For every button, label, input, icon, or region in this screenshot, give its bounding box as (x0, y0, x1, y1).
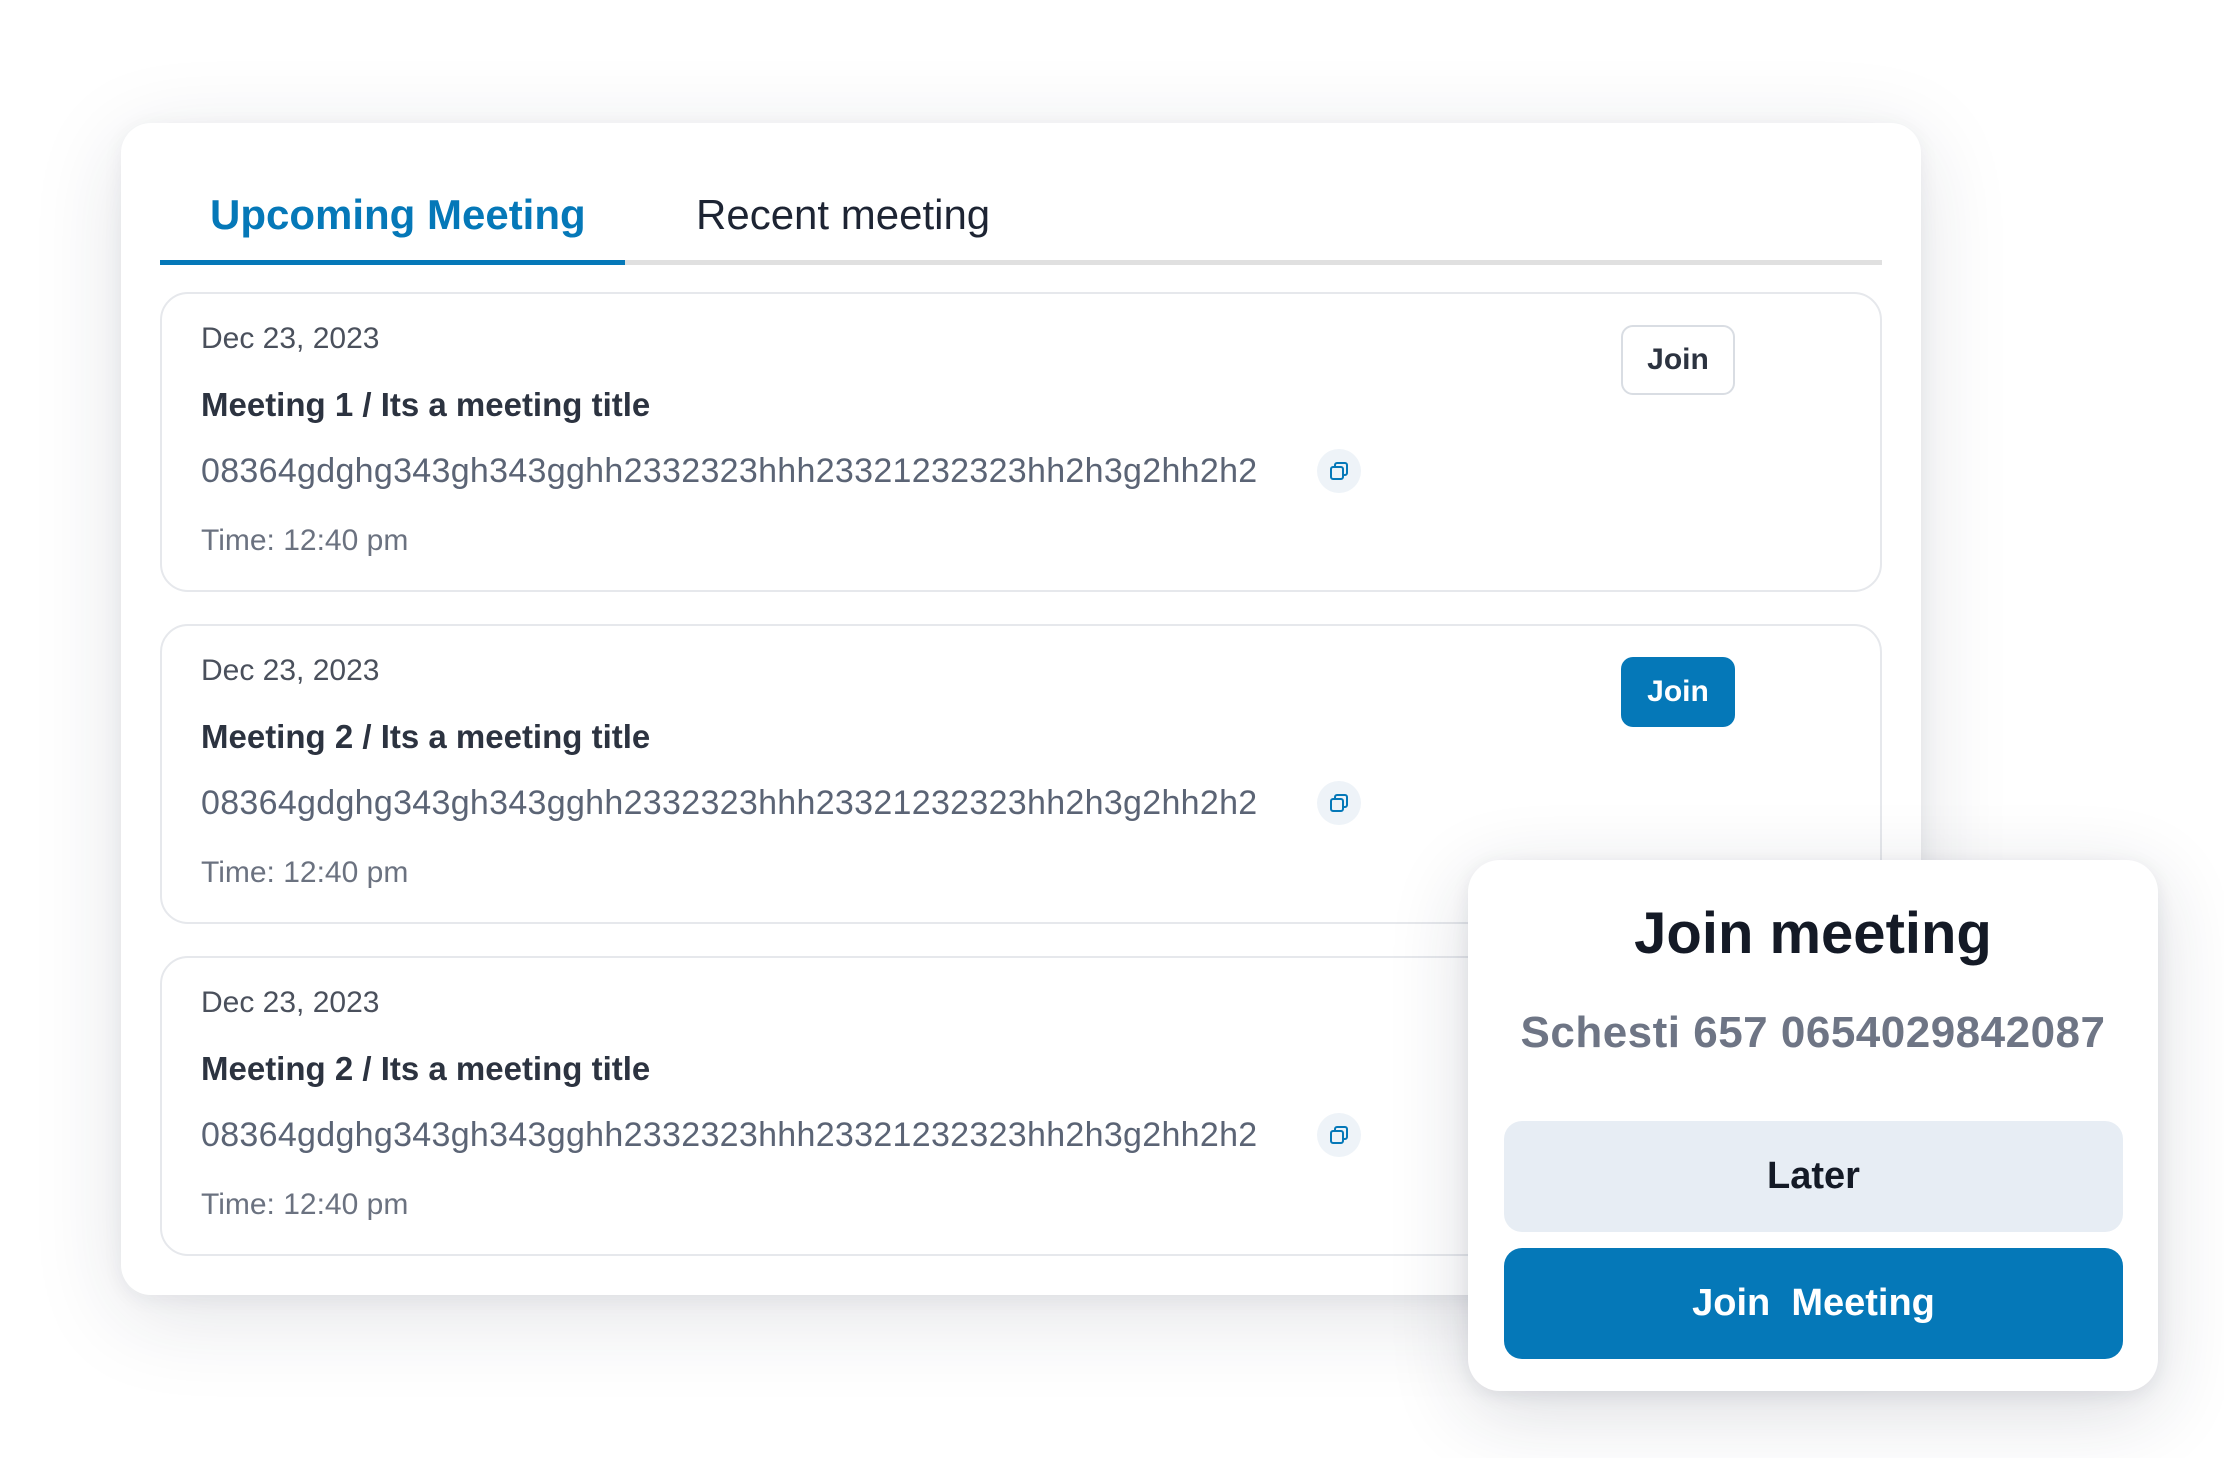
meeting-title: Meeting 1 / Its a meeting title (201, 386, 651, 423)
meeting-card: Dec 23, 2023 Meeting 1 / Its a meeting t… (160, 292, 1882, 592)
dialog-title: Join meeting (1634, 901, 1992, 966)
meeting-date: Dec 23, 2023 (201, 322, 380, 355)
meeting-tabs: Upcoming Meeting Recent meeting (160, 123, 1882, 265)
meeting-title: Meeting 2 / Its a meeting title (201, 718, 651, 755)
meeting-time: Time: 12:40 pm (201, 524, 409, 557)
join-meeting-dialog: Join meeting Schesti 657 0654029842087 L… (1468, 860, 2158, 1391)
tab-upcoming-meeting[interactable]: Upcoming Meeting (210, 191, 586, 239)
meeting-id: 08364gdghg343gh343gghh2332323hhh23321232… (201, 784, 1258, 822)
later-button[interactable]: Later (1504, 1121, 2123, 1232)
meeting-date: Dec 23, 2023 (201, 986, 380, 1019)
copy-id-button[interactable] (1317, 1113, 1361, 1157)
meeting-time: Time: 12:40 pm (201, 856, 409, 889)
meeting-date: Dec 23, 2023 (201, 654, 380, 687)
meeting-code: Schesti 657 0654029842087 (1520, 1008, 2106, 1057)
meeting-title: Meeting 2 / Its a meeting title (201, 1050, 651, 1087)
tab-recent-meeting[interactable]: Recent meeting (696, 191, 990, 239)
copy-icon (1330, 462, 1348, 480)
meeting-time: Time: 12:40 pm (201, 1188, 409, 1221)
meeting-id: 08364gdghg343gh343gghh2332323hhh23321232… (201, 1116, 1258, 1154)
copy-icon (1330, 1126, 1348, 1144)
join-button[interactable]: Join (1621, 325, 1735, 395)
join-button[interactable]: Join (1621, 657, 1735, 727)
copy-id-button[interactable] (1317, 449, 1361, 493)
join-meeting-button[interactable]: Join Meeting (1504, 1248, 2123, 1359)
meeting-id: 08364gdghg343gh343gghh2332323hhh23321232… (201, 452, 1258, 490)
copy-id-button[interactable] (1317, 781, 1361, 825)
active-tab-indicator (160, 260, 625, 265)
copy-icon (1330, 794, 1348, 812)
